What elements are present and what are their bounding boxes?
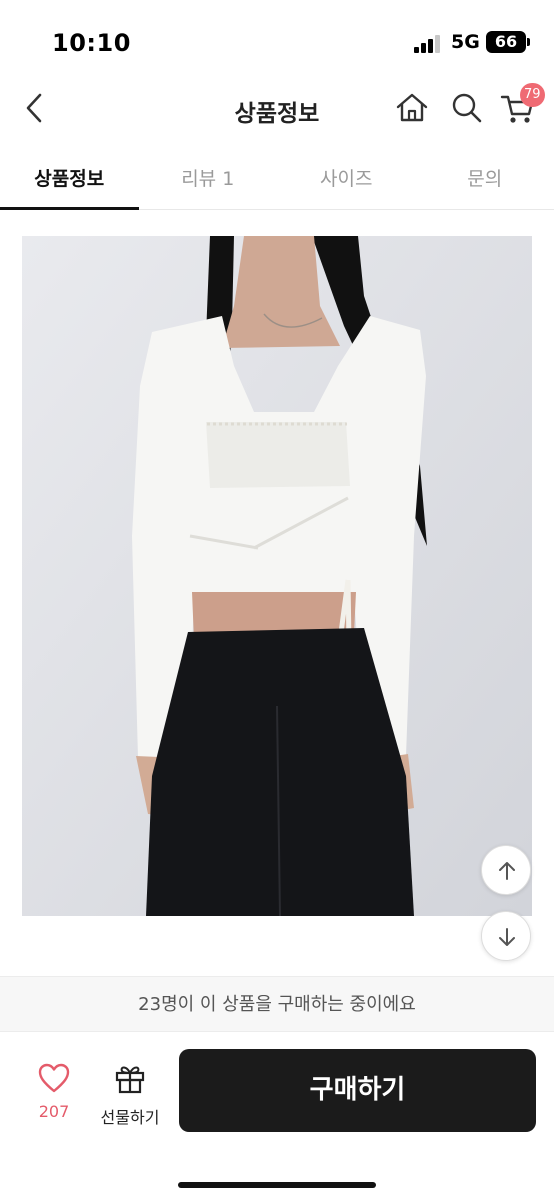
network-label: 5G <box>451 31 480 53</box>
tab-bar: 상품정보 리뷰 1 사이즈 문의 <box>0 148 554 210</box>
back-chevron-icon <box>26 93 42 123</box>
status-bar: 10:10 5G 66 <box>0 0 554 80</box>
tab-product-info[interactable]: 상품정보 <box>0 148 139 210</box>
gift-label: 선물하기 <box>100 1108 160 1127</box>
like-count: 207 <box>38 1102 70 1121</box>
tab-size[interactable]: 사이즈 <box>277 148 416 209</box>
status-time: 10:10 <box>52 29 131 57</box>
buy-button[interactable]: 구매하기 <box>179 1049 536 1132</box>
purchase-activity-banner: 23명이 이 상품을 구매하는 중이에요 <box>0 976 554 1032</box>
search-icon <box>452 93 482 123</box>
arrow-down-icon <box>499 928 515 946</box>
battery-icon: 66 <box>486 31 530 53</box>
back-button[interactable] <box>18 88 58 128</box>
scroll-bottom-button[interactable] <box>481 911 531 961</box>
product-image <box>22 236 532 916</box>
home-indicator <box>178 1182 376 1188</box>
tab-reviews[interactable]: 리뷰 1 <box>139 148 278 209</box>
scroll-top-button[interactable] <box>481 845 531 895</box>
gift-button[interactable]: 선물하기 <box>96 1062 164 1127</box>
arrow-up-icon <box>499 862 515 880</box>
search-button[interactable] <box>446 88 486 128</box>
tab-inquiry[interactable]: 문의 <box>416 148 554 209</box>
app-header: 상품정보 <box>0 80 554 136</box>
home-button[interactable] <box>392 88 432 128</box>
signal-icon <box>414 35 442 53</box>
home-icon <box>396 93 428 122</box>
like-button[interactable]: 207 <box>28 1062 80 1124</box>
gift-icon <box>115 1066 145 1094</box>
heart-icon <box>38 1063 70 1093</box>
cart-badge: 79 <box>520 83 545 107</box>
